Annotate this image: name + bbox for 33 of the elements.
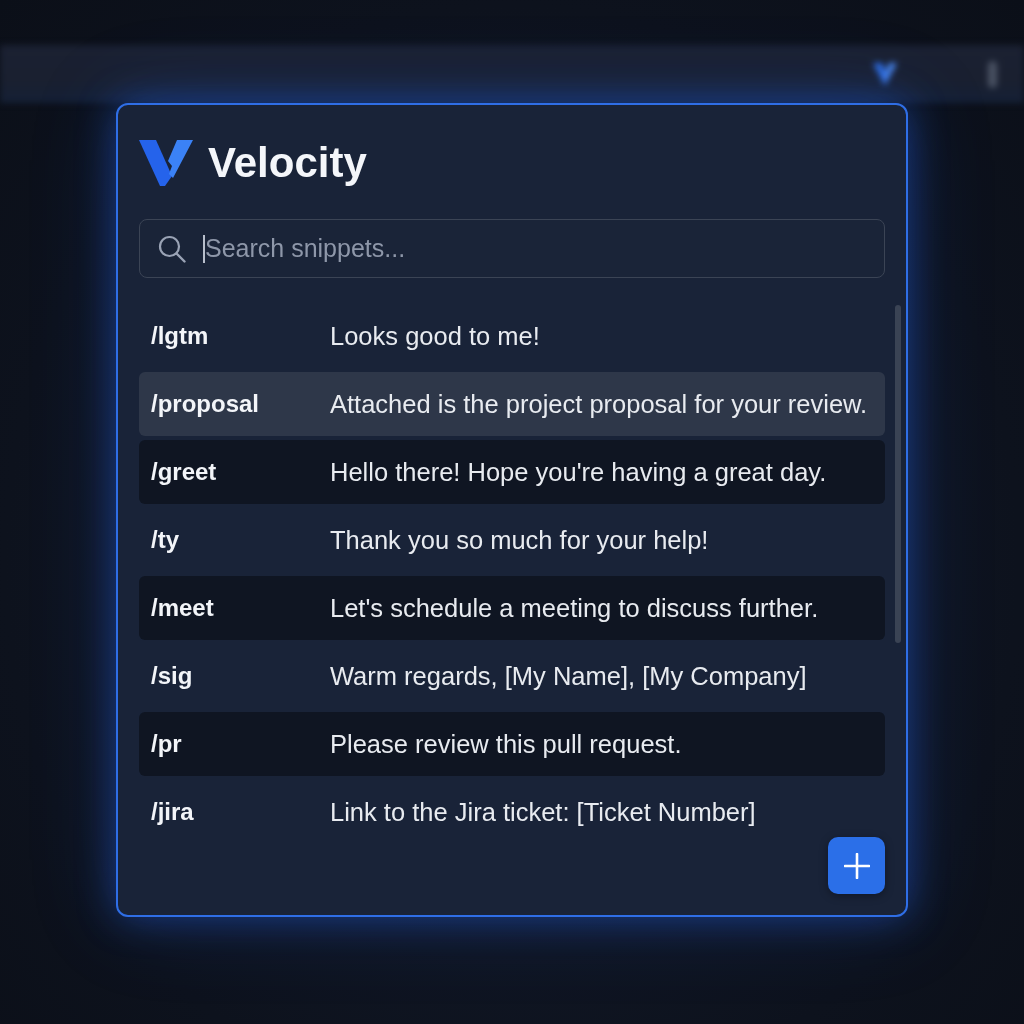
snippet-command: /lgtm	[151, 322, 210, 350]
search-field[interactable]: Search snippets...	[139, 219, 885, 278]
scrollbar-thumb[interactable]	[895, 305, 901, 643]
snippet-command: /sig	[151, 662, 194, 690]
snippet-command: /proposal	[151, 390, 260, 418]
snippet-text: Link to the Jira ticket: [Ticket Number]	[330, 797, 756, 827]
logo-icon[interactable]	[873, 62, 897, 86]
snippet-command: /meet	[151, 594, 215, 622]
app-title: Velocity	[208, 139, 367, 186]
snippet-row[interactable]: /ty Thank you so much for your help!	[139, 508, 885, 572]
snippet-text: Attached is the project proposal for your review.	[330, 389, 868, 419]
snippet-command: /jira	[151, 798, 195, 826]
snippet-text: Let's schedule a meeting to discuss further.	[330, 593, 819, 623]
snippet-row[interactable]: /sig Warm regards, [My Name], [My Company]	[139, 644, 885, 708]
search-icon	[158, 235, 186, 263]
snippet-row[interactable]: /lgtm Looks good to me!	[139, 304, 885, 368]
snippet-row[interactable]: /pr Please review this pull request.	[139, 712, 885, 776]
snippet-row[interactable]: /proposal Attached is the project proposal for your review.	[139, 372, 885, 436]
v-logo-icon	[139, 139, 193, 186]
snippet-text: Hello there! Hope you're having a great day.	[330, 457, 827, 487]
snippet-command: /ty	[151, 526, 180, 554]
plus-icon	[843, 852, 870, 879]
snippet-text: Thank you so much for your help!	[330, 525, 709, 555]
snippet-row[interactable]: /jira Link to the Jira ticket: [Ticket Number]	[139, 780, 885, 844]
snippet-text: Warm regards, [My Name], [My Company]	[330, 661, 807, 691]
snippet-text: Looks good to me!	[330, 321, 540, 351]
snippet-text: Please review this pull request.	[330, 729, 682, 759]
kebab-menu-icon[interactable]	[985, 60, 1000, 88]
snippet-row[interactable]: /meet Let's schedule a meeting to discuss further.	[139, 576, 885, 640]
snippet-command: /pr	[151, 730, 183, 758]
snippet-row[interactable]: /greet Hello there! Hope you're having a great day.	[139, 440, 885, 504]
add-button[interactable]	[828, 837, 885, 894]
snippet-command: /greet	[151, 458, 218, 486]
